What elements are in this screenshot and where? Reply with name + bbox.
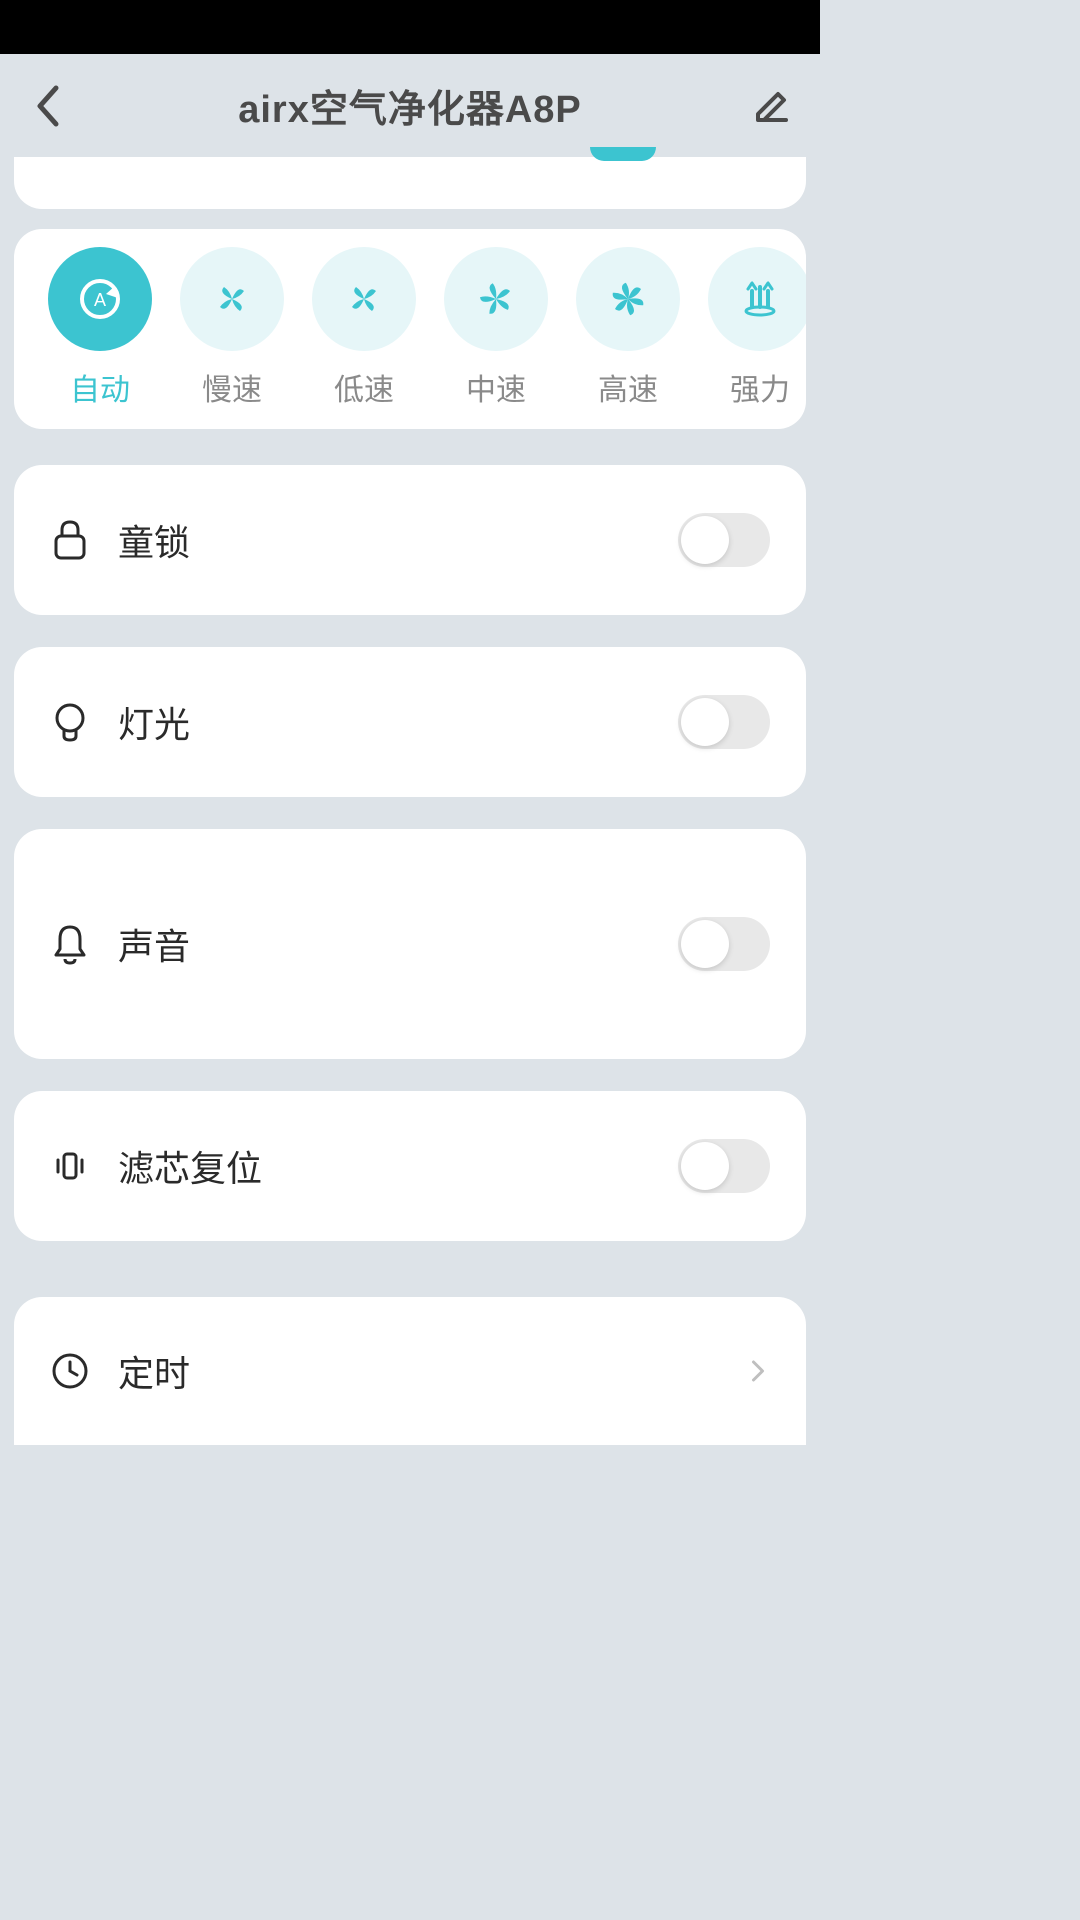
light-setting: 灯光 xyxy=(14,647,806,797)
mode-label: 强力 xyxy=(730,365,790,409)
timer-label: 定时 xyxy=(118,1345,190,1397)
sound-toggle[interactable] xyxy=(678,917,770,971)
mode-label: 低速 xyxy=(334,365,394,409)
mode-label: 高速 xyxy=(598,365,658,409)
mode-label: 中速 xyxy=(466,365,526,409)
header: airx空气净化器A8P xyxy=(0,54,820,157)
svg-text:A: A xyxy=(94,290,106,310)
childlock-toggle[interactable] xyxy=(678,513,770,567)
fan-low-icon xyxy=(312,247,416,351)
setting-left: 灯光 xyxy=(50,696,190,748)
light-toggle[interactable] xyxy=(678,695,770,749)
mode-label: 自动 xyxy=(70,365,130,409)
sound-setting: 声音 xyxy=(14,829,806,1059)
toggle-knob xyxy=(681,920,729,968)
sound-label: 声音 xyxy=(118,918,190,970)
content: A 自动 慢速 低速 xyxy=(0,157,820,1445)
mode-mid[interactable]: 中速 xyxy=(444,247,548,409)
mode-high[interactable]: 高速 xyxy=(576,247,680,409)
childlock-label: 童锁 xyxy=(118,514,190,566)
mode-slow[interactable]: 慢速 xyxy=(180,247,284,409)
filter-icon xyxy=(50,1146,90,1186)
mode-auto[interactable]: A 自动 xyxy=(48,247,152,409)
setting-left: 童锁 xyxy=(50,514,190,566)
setting-left: 声音 xyxy=(50,918,190,970)
mode-power[interactable]: 强力 xyxy=(708,247,806,409)
filter-label: 滤芯复位 xyxy=(118,1140,262,1192)
modes-card: A 自动 慢速 低速 xyxy=(14,229,806,429)
power-icon xyxy=(708,247,806,351)
setting-left: 定时 xyxy=(50,1345,190,1397)
toggle-knob xyxy=(681,1142,729,1190)
filter-setting: 滤芯复位 xyxy=(14,1091,806,1241)
mode-label: 慢速 xyxy=(202,365,262,409)
toggle-knob xyxy=(681,516,729,564)
light-label: 灯光 xyxy=(118,696,190,748)
timer-setting[interactable]: 定时 xyxy=(14,1297,806,1445)
fan-high-icon xyxy=(576,247,680,351)
auto-icon: A xyxy=(48,247,152,351)
fan-slow-icon xyxy=(180,247,284,351)
chevron-left-icon xyxy=(34,84,62,128)
bulb-icon xyxy=(50,702,90,742)
pencil-icon xyxy=(754,88,790,124)
lock-icon xyxy=(50,520,90,560)
back-button[interactable] xyxy=(28,86,68,126)
edit-button[interactable] xyxy=(752,86,792,126)
clock-icon xyxy=(50,1351,90,1391)
status-card-partial xyxy=(14,157,806,209)
bell-icon xyxy=(50,924,90,964)
mode-low[interactable]: 低速 xyxy=(312,247,416,409)
status-bar xyxy=(0,0,820,54)
fan-mid-icon xyxy=(444,247,548,351)
toggle-knob xyxy=(681,698,729,746)
modes-row[interactable]: A 自动 慢速 低速 xyxy=(14,247,806,409)
childlock-setting: 童锁 xyxy=(14,465,806,615)
page-title: airx空气净化器A8P xyxy=(238,78,582,133)
setting-left: 滤芯复位 xyxy=(50,1140,262,1192)
chevron-right-icon xyxy=(746,1359,770,1383)
filter-toggle[interactable] xyxy=(678,1139,770,1193)
